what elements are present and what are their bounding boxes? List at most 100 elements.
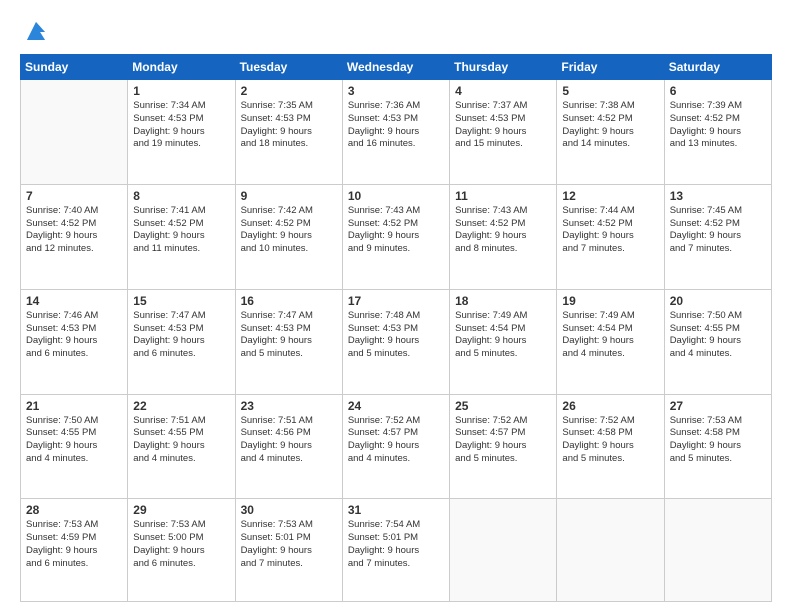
calendar-cell: 16 Sunrise: 7:47 AMSunset: 4:53 PMDayligh… [235, 289, 342, 394]
day-info: Sunrise: 7:51 AMSunset: 4:56 PMDaylight:… [241, 415, 337, 466]
calendar-cell: 2 Sunrise: 7:35 AMSunset: 4:53 PMDaylight… [235, 80, 342, 185]
day-number: 18 [455, 294, 551, 308]
calendar-week-row: 21 Sunrise: 7:50 AMSunset: 4:55 PMDayligh… [21, 394, 772, 499]
day-number: 21 [26, 399, 122, 413]
day-number: 12 [562, 189, 658, 203]
calendar-cell: 21 Sunrise: 7:50 AMSunset: 4:55 PMDayligh… [21, 394, 128, 499]
calendar-cell: 30 Sunrise: 7:53 AMSunset: 5:01 PMDayligh… [235, 499, 342, 602]
weekday-header-saturday: Saturday [664, 55, 771, 80]
day-number: 2 [241, 84, 337, 98]
day-number: 30 [241, 503, 337, 517]
calendar-cell: 6 Sunrise: 7:39 AMSunset: 4:52 PMDaylight… [664, 80, 771, 185]
day-number: 1 [133, 84, 229, 98]
day-number: 10 [348, 189, 444, 203]
calendar-cell: 4 Sunrise: 7:37 AMSunset: 4:53 PMDaylight… [450, 80, 557, 185]
day-number: 20 [670, 294, 766, 308]
calendar-cell: 31 Sunrise: 7:54 AMSunset: 5:01 PMDayligh… [342, 499, 449, 602]
day-info: Sunrise: 7:53 AMSunset: 4:58 PMDaylight:… [670, 415, 766, 466]
calendar-cell: 27 Sunrise: 7:53 AMSunset: 4:58 PMDayligh… [664, 394, 771, 499]
calendar-week-row: 7Sunrise: 7:40 AMSunset: 4:52 PMDaylight… [21, 184, 772, 289]
calendar-cell: 24 Sunrise: 7:52 AMSunset: 4:57 PMDayligh… [342, 394, 449, 499]
day-info: Sunrise: 7:43 AMSunset: 4:52 PMDaylight:… [455, 205, 551, 256]
day-number: 5 [562, 84, 658, 98]
calendar-week-row: 28Sunrise: 7:53 AMSunset: 4:59 PMDayligh… [21, 499, 772, 602]
day-number: 4 [455, 84, 551, 98]
calendar-cell: 15Sunrise: 7:47 AMSunset: 4:53 PMDayligh… [128, 289, 235, 394]
day-info: Sunrise: 7:37 AMSunset: 4:53 PMDaylight:… [455, 100, 551, 151]
day-info: Sunrise: 7:40 AMSunset: 4:52 PMDaylight:… [26, 205, 122, 256]
weekday-header-row: SundayMondayTuesdayWednesdayThursdayFrid… [21, 55, 772, 80]
calendar-cell: 5Sunrise: 7:38 AMSunset: 4:52 PMDaylight… [557, 80, 664, 185]
calendar-cell: 12 Sunrise: 7:44 AMSunset: 4:52 PMDayligh… [557, 184, 664, 289]
day-number: 17 [348, 294, 444, 308]
day-info: Sunrise: 7:36 AMSunset: 4:53 PMDaylight:… [348, 100, 444, 151]
day-info: Sunrise: 7:50 AMSunset: 4:55 PMDaylight:… [26, 415, 122, 466]
day-info: Sunrise: 7:34 AMSunset: 4:53 PMDaylight:… [133, 100, 229, 151]
calendar-cell [450, 499, 557, 602]
calendar-table: SundayMondayTuesdayWednesdayThursdayFrid… [20, 54, 772, 602]
day-number: 15 [133, 294, 229, 308]
day-number: 29 [133, 503, 229, 517]
day-number: 16 [241, 294, 337, 308]
calendar-week-row: 14Sunrise: 7:46 AMSunset: 4:53 PMDayligh… [21, 289, 772, 394]
logo-icon [23, 18, 49, 44]
day-number: 26 [562, 399, 658, 413]
day-number: 9 [241, 189, 337, 203]
calendar-cell: 17 Sunrise: 7:48 AMSunset: 4:53 PMDayligh… [342, 289, 449, 394]
day-info: Sunrise: 7:50 AMSunset: 4:55 PMDaylight:… [670, 310, 766, 361]
day-info: Sunrise: 7:39 AMSunset: 4:52 PMDaylight:… [670, 100, 766, 151]
day-number: 22 [133, 399, 229, 413]
calendar-cell: 1 Sunrise: 7:34 AMSunset: 4:53 PMDaylight… [128, 80, 235, 185]
calendar-cell: 9Sunrise: 7:42 AMSunset: 4:52 PMDaylight… [235, 184, 342, 289]
day-info: Sunrise: 7:52 AMSunset: 4:57 PMDaylight:… [455, 415, 551, 466]
weekday-header-monday: Monday [128, 55, 235, 80]
calendar-cell: 22Sunrise: 7:51 AMSunset: 4:55 PMDayligh… [128, 394, 235, 499]
day-info: Sunrise: 7:52 AMSunset: 4:57 PMDaylight:… [348, 415, 444, 466]
day-info: Sunrise: 7:41 AMSunset: 4:52 PMDaylight:… [133, 205, 229, 256]
logo [20, 18, 49, 44]
day-number: 27 [670, 399, 766, 413]
day-info: Sunrise: 7:49 AMSunset: 4:54 PMDaylight:… [455, 310, 551, 361]
day-number: 25 [455, 399, 551, 413]
weekday-header-friday: Friday [557, 55, 664, 80]
calendar-cell: 25 Sunrise: 7:52 AMSunset: 4:57 PMDayligh… [450, 394, 557, 499]
weekday-header-sunday: Sunday [21, 55, 128, 80]
calendar-week-row: 1 Sunrise: 7:34 AMSunset: 4:53 PMDaylight… [21, 80, 772, 185]
day-info: Sunrise: 7:44 AMSunset: 4:52 PMDaylight:… [562, 205, 658, 256]
day-info: Sunrise: 7:53 AMSunset: 4:59 PMDaylight:… [26, 519, 122, 570]
day-number: 11 [455, 189, 551, 203]
calendar-cell: 20 Sunrise: 7:50 AMSunset: 4:55 PMDayligh… [664, 289, 771, 394]
day-info: Sunrise: 7:46 AMSunset: 4:53 PMDaylight:… [26, 310, 122, 361]
calendar-cell: 14Sunrise: 7:46 AMSunset: 4:53 PMDayligh… [21, 289, 128, 394]
day-number: 24 [348, 399, 444, 413]
weekday-header-wednesday: Wednesday [342, 55, 449, 80]
day-info: Sunrise: 7:35 AMSunset: 4:53 PMDaylight:… [241, 100, 337, 151]
calendar-cell [21, 80, 128, 185]
calendar-cell: 26Sunrise: 7:52 AMSunset: 4:58 PMDayligh… [557, 394, 664, 499]
day-number: 6 [670, 84, 766, 98]
calendar-cell: 11 Sunrise: 7:43 AMSunset: 4:52 PMDayligh… [450, 184, 557, 289]
calendar-cell: 29 Sunrise: 7:53 AMSunset: 5:00 PMDayligh… [128, 499, 235, 602]
day-info: Sunrise: 7:48 AMSunset: 4:53 PMDaylight:… [348, 310, 444, 361]
day-info: Sunrise: 7:54 AMSunset: 5:01 PMDaylight:… [348, 519, 444, 570]
header [20, 18, 772, 44]
day-info: Sunrise: 7:49 AMSunset: 4:54 PMDaylight:… [562, 310, 658, 361]
day-number: 31 [348, 503, 444, 517]
day-info: Sunrise: 7:53 AMSunset: 5:01 PMDaylight:… [241, 519, 337, 570]
calendar-cell [664, 499, 771, 602]
calendar-cell: 10Sunrise: 7:43 AMSunset: 4:52 PMDayligh… [342, 184, 449, 289]
calendar-cell: 8Sunrise: 7:41 AMSunset: 4:52 PMDaylight… [128, 184, 235, 289]
calendar-cell: 13 Sunrise: 7:45 AMSunset: 4:52 PMDayligh… [664, 184, 771, 289]
day-number: 23 [241, 399, 337, 413]
page: SundayMondayTuesdayWednesdayThursdayFrid… [0, 0, 792, 612]
calendar-cell: 18 Sunrise: 7:49 AMSunset: 4:54 PMDayligh… [450, 289, 557, 394]
day-number: 3 [348, 84, 444, 98]
day-number: 19 [562, 294, 658, 308]
calendar-cell: 28Sunrise: 7:53 AMSunset: 4:59 PMDayligh… [21, 499, 128, 602]
day-number: 13 [670, 189, 766, 203]
calendar-cell: 7Sunrise: 7:40 AMSunset: 4:52 PMDaylight… [21, 184, 128, 289]
day-info: Sunrise: 7:47 AMSunset: 4:53 PMDaylight:… [241, 310, 337, 361]
day-info: Sunrise: 7:45 AMSunset: 4:52 PMDaylight:… [670, 205, 766, 256]
day-info: Sunrise: 7:53 AMSunset: 5:00 PMDaylight:… [133, 519, 229, 570]
calendar-cell: 23 Sunrise: 7:51 AMSunset: 4:56 PMDayligh… [235, 394, 342, 499]
